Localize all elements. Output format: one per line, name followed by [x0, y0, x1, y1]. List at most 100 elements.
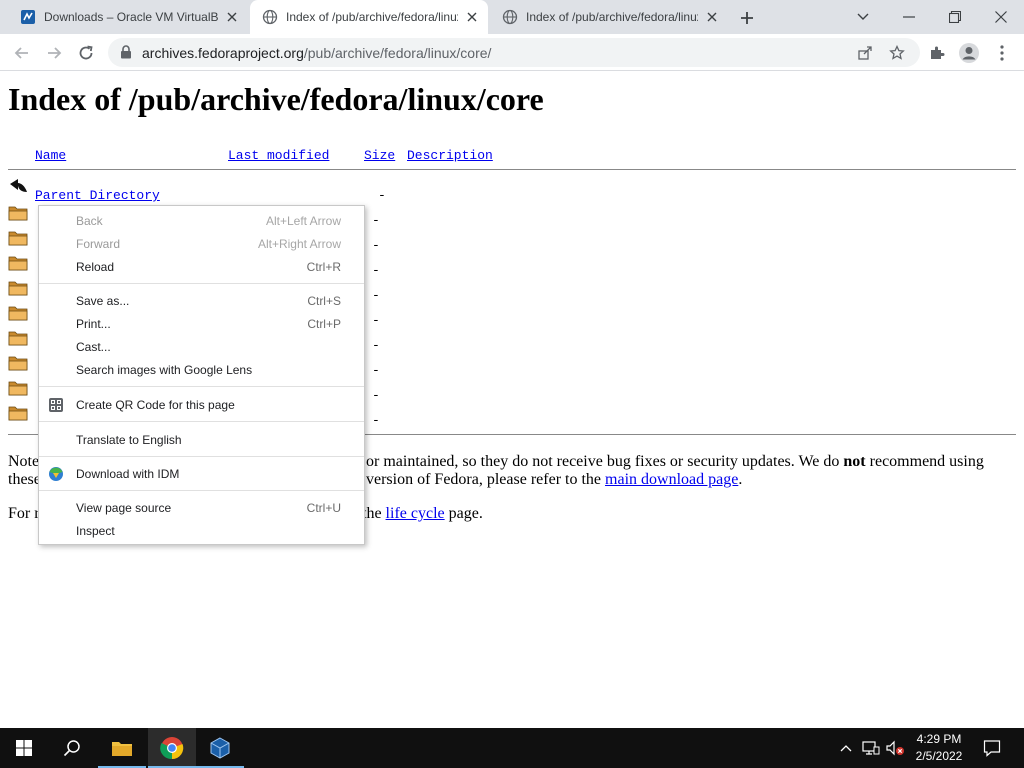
address-bar[interactable]: archives.fedoraproject.org/pub/archive/f… — [108, 38, 920, 67]
menu-item-shortcut: Ctrl+P — [307, 317, 341, 331]
menu-item-reload[interactable]: Reload Ctrl+R — [39, 256, 364, 279]
menu-item-print[interactable]: Print... Ctrl+P — [39, 313, 364, 336]
menu-item-label: Cast... — [76, 340, 111, 354]
share-icon[interactable] — [855, 43, 875, 63]
menu-item-forward[interactable]: Forward Alt+Right Arrow — [39, 233, 364, 256]
folder-icon — [8, 406, 28, 421]
search-button[interactable] — [48, 728, 96, 768]
puzzle-icon — [931, 46, 945, 59]
notifications-button[interactable] — [978, 728, 1006, 768]
close-icon — [995, 11, 1007, 23]
menu-item-save-as[interactable]: Save as... Ctrl+S — [39, 290, 364, 313]
menu-item-translate[interactable]: Translate to English — [39, 429, 364, 452]
restore-icon — [949, 11, 961, 23]
chevron-up-icon — [840, 745, 852, 752]
page-title: Index of /pub/archive/fedora/linux/core — [8, 81, 544, 117]
folder-icon — [8, 256, 28, 271]
globe-icon — [262, 9, 278, 25]
menu-separator — [39, 386, 364, 387]
url-text[interactable]: archives.fedoraproject.org/pub/archive/f… — [142, 45, 491, 61]
menu-item-download-idm[interactable]: Download with IDM — [39, 463, 364, 486]
menu-item-label: Reload — [76, 260, 115, 274]
menu-item-label: Print... — [76, 317, 111, 331]
menu-item-shortcut: Ctrl+S — [307, 294, 341, 308]
new-tab-button[interactable] — [736, 7, 758, 29]
tab-close-icon[interactable] — [224, 9, 240, 25]
menu-item-shortcut: Ctrl+R — [306, 260, 341, 274]
folder-icon — [8, 381, 28, 396]
folder-row-size: - — [372, 388, 380, 403]
file-explorer-button[interactable] — [98, 728, 146, 768]
bookmark-star-icon[interactable] — [887, 43, 907, 63]
menu-item-label: Search images with Google Lens — [76, 363, 253, 377]
notice-text: these — [8, 471, 41, 488]
reload-icon — [79, 45, 93, 60]
menu-item-google-lens[interactable]: Search images with Google Lens — [39, 359, 364, 382]
life-cycle-link[interactable]: life cycle — [386, 505, 445, 522]
tab-title: Downloads – Oracle VM VirtualBox — [44, 10, 218, 24]
folder-icon — [8, 331, 28, 346]
network-tray-button[interactable] — [860, 728, 882, 768]
notice-text: . — [738, 471, 743, 488]
windows-logo-icon — [16, 740, 32, 756]
menu-item-cast[interactable]: Cast... — [39, 336, 364, 359]
tab-search-button[interactable] — [840, 0, 886, 34]
context-menu: Back Alt+Left Arrow Forward Alt+Right Ar… — [38, 205, 365, 545]
menu-separator — [39, 490, 364, 491]
menu-separator — [39, 421, 364, 422]
virtualbox-taskbar-button[interactable] — [196, 728, 244, 768]
menu-separator — [39, 456, 364, 457]
main-download-page-link[interactable]: main download page — [605, 471, 738, 488]
column-header-last-modified[interactable]: Last modified — [228, 148, 329, 163]
menu-item-shortcut: Alt+Left Arrow — [265, 214, 341, 228]
clock-time: 4:29 PM — [916, 732, 962, 746]
virtualbox-icon — [210, 737, 230, 759]
column-header-description[interactable]: Description — [407, 148, 493, 163]
extensions-button[interactable] — [924, 40, 950, 66]
folder-row-size: - — [372, 363, 380, 378]
taskbar-clock[interactable]: 4:29 PM 2/5/2022 — [908, 731, 970, 765]
browser-toolbar: archives.fedoraproject.org/pub/archive/f… — [0, 34, 1024, 71]
virtualbox-favicon-icon — [21, 10, 35, 24]
chrome-menu-button[interactable] — [989, 40, 1015, 66]
volume-muted-icon — [886, 740, 904, 756]
tab-fedora-index-active[interactable]: Index of /pub/archive/fedora/linux/core — [250, 0, 488, 34]
show-hidden-icons-button[interactable] — [836, 728, 856, 768]
restore-button[interactable] — [932, 0, 978, 34]
qr-code-icon — [49, 398, 63, 412]
back-button[interactable] — [9, 40, 35, 66]
chrome-taskbar-button[interactable] — [148, 728, 196, 768]
lock-icon[interactable] — [120, 45, 132, 59]
forward-button[interactable] — [41, 40, 67, 66]
minimize-button[interactable] — [886, 0, 932, 34]
parent-directory-link[interactable]: Parent Directory — [35, 188, 160, 203]
column-header-size[interactable]: Size — [364, 148, 395, 163]
profile-button[interactable] — [956, 40, 982, 66]
tab-virtualbox-downloads[interactable]: Downloads – Oracle VM VirtualBox — [8, 0, 248, 34]
menu-item-back[interactable]: Back Alt+Left Arrow — [39, 210, 364, 233]
volume-tray-button[interactable] — [884, 728, 906, 768]
avatar-icon — [959, 43, 979, 63]
folder-row-size: - — [372, 413, 380, 428]
folder-row-size: - — [372, 338, 380, 353]
back-arrow-icon — [10, 179, 27, 192]
close-window-button[interactable] — [978, 0, 1024, 34]
folder-row-size: - — [372, 213, 380, 228]
reload-button[interactable] — [73, 40, 99, 66]
menu-item-qr-code[interactable]: Create QR Code for this page — [39, 394, 364, 417]
menu-item-view-source[interactable]: View page source Ctrl+U — [39, 497, 364, 520]
notice-bold: not — [843, 453, 866, 470]
url-host: archives.fedoraproject.org — [142, 45, 304, 61]
tab-close-icon[interactable] — [464, 9, 480, 25]
tab-fedora-index-2[interactable]: Index of /pub/archive/fedora/linux/core — [490, 0, 728, 34]
url-path: /pub/archive/fedora/linux/core/ — [303, 45, 492, 61]
notice-paragraph-line1: Note — [8, 453, 39, 471]
folder-row-size: - — [372, 288, 380, 303]
start-button[interactable] — [0, 728, 48, 768]
menu-item-inspect[interactable]: Inspect — [39, 520, 364, 543]
column-header-name[interactable]: Name — [35, 148, 66, 163]
folder-icon — [8, 356, 28, 371]
menu-item-label: Forward — [76, 237, 121, 251]
menu-item-label: Save as... — [76, 294, 130, 308]
tab-close-icon[interactable] — [704, 9, 720, 25]
